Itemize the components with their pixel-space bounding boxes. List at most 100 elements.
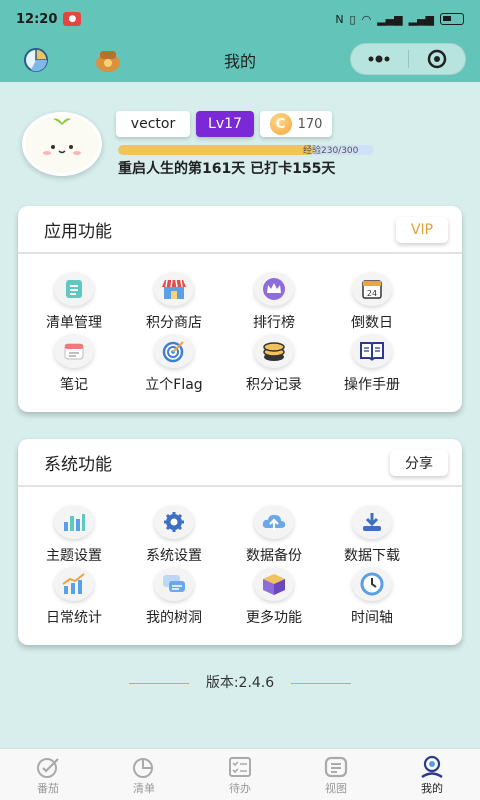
status-bar: 12:20 ● N ▯ ◠ ▂▄▆ ▂▄▆ — [0, 0, 480, 38]
nfc-icon: N — [335, 12, 344, 26]
app-function-item[interactable]: 积分记录 — [224, 334, 324, 394]
cube-icon — [254, 567, 294, 601]
trend-chart-icon — [54, 567, 94, 601]
app-function-item-label: 操作手册 — [344, 377, 400, 393]
share-button[interactable]: 分享 — [390, 450, 448, 476]
system-function-item[interactable]: 时间轴 — [322, 567, 422, 627]
app-function-item[interactable]: 操作手册 — [322, 334, 422, 394]
app-function-item[interactable]: 立个Flag — [124, 334, 224, 394]
nav-tab-label: 视图 — [325, 781, 347, 795]
nav-tab-label: 番茄 — [37, 781, 59, 795]
book-icon — [352, 334, 392, 368]
vip-button[interactable]: VIP — [396, 217, 448, 243]
coin-balance[interactable]: C 170 — [260, 111, 332, 137]
system-function-item[interactable]: 系统设置 — [124, 505, 224, 565]
checklist-icon — [54, 272, 94, 306]
more-dots-icon — [368, 55, 390, 63]
cloud-upload-icon — [254, 505, 294, 539]
system-function-item-label: 主题设置 — [46, 548, 102, 564]
svg-text:24: 24 — [367, 289, 377, 298]
shop-icon — [154, 272, 194, 306]
level-badge: Lv17 — [196, 111, 254, 137]
app-function-item-label: 排行榜 — [253, 315, 295, 331]
system-function-item-label: 时间轴 — [351, 610, 393, 626]
coin-count: 170 — [297, 116, 323, 132]
system-function-item[interactable]: 我的树洞 — [124, 567, 224, 627]
miniapp-capsule — [350, 43, 466, 75]
notification-icon: ● — [63, 12, 82, 26]
theme-chart-icon — [54, 505, 94, 539]
nav-tab-label: 我的 — [421, 781, 443, 795]
gear-icon — [154, 505, 194, 539]
nav-tab-label: 清单 — [133, 781, 155, 795]
bottom-navigation: 番茄 清单 待办 视图 我的 — [0, 748, 480, 800]
system-function-item[interactable]: 数据备份 — [224, 505, 324, 565]
app-function-item-label: 积分记录 — [246, 377, 302, 393]
system-function-item-label: 我的树洞 — [146, 610, 202, 626]
system-functions-card: 系统功能 分享 主题设置 系统设置 数据备份 数据下载日常统计 我的树洞 更多功能 时间轴 — [18, 439, 462, 645]
system-function-item[interactable]: 数据下载 — [322, 505, 422, 565]
app-functions-card: 应用功能 VIP 清单管理 积分商店 排行榜 24 倒数日笔记 立个Flag 积分记录 操作手… — [18, 206, 462, 412]
system-functions-title: 系统功能 — [44, 454, 112, 475]
coin-icon: C — [269, 113, 292, 135]
system-function-item-label: 数据备份 — [246, 548, 302, 564]
note-icon — [54, 334, 94, 368]
app-function-item[interactable]: 排行榜 — [224, 272, 324, 332]
days-summary: 重启人生的第161天 已打卡155天 — [118, 161, 336, 177]
view-icon — [321, 754, 351, 780]
app-functions-header: 应用功能 VIP — [18, 206, 462, 254]
vibrate-icon: ▯ — [349, 12, 356, 26]
nav-tab[interactable]: 待办 — [192, 749, 288, 800]
wifi-icon: ◠ — [361, 12, 372, 26]
app-function-item[interactable]: 24 倒数日 — [322, 272, 422, 332]
system-function-item[interactable]: 日常统计 — [24, 567, 124, 627]
battery-icon — [440, 13, 464, 25]
exp-progress-fill — [118, 145, 315, 155]
target-icon — [154, 334, 194, 368]
status-icons: N ▯ ◠ ▂▄▆ ▂▄▆ — [335, 13, 464, 26]
app-function-item-label: 倒数日 — [351, 315, 393, 331]
username-chip[interactable]: vector — [116, 111, 190, 137]
app-function-item-label: 清单管理 — [46, 315, 102, 331]
version-divider-left — [129, 682, 190, 684]
app-function-item-label: 立个Flag — [145, 377, 203, 393]
nav-tab[interactable]: 视图 — [288, 749, 384, 800]
version-divider-right — [290, 682, 351, 684]
close-miniapp-button[interactable] — [409, 44, 466, 74]
app-functions-title: 应用功能 — [44, 221, 112, 242]
app-function-item[interactable]: 积分商店 — [124, 272, 224, 332]
status-time: 12:20 — [16, 11, 58, 27]
pie-list-icon — [129, 754, 159, 780]
nav-tab[interactable]: 清单 — [96, 749, 192, 800]
system-function-item-label: 数据下载 — [344, 548, 400, 564]
tomato-timer-icon — [33, 754, 63, 780]
version-text: 版本:2.4.6 — [205, 675, 275, 691]
todo-icon — [225, 754, 255, 780]
app-function-item-label: 笔记 — [60, 377, 88, 393]
title-bar: 我的 — [0, 38, 480, 82]
avatar-sprout-icon — [43, 118, 81, 155]
exp-text: 经验230/300 — [303, 146, 359, 156]
system-function-item-label: 更多功能 — [246, 610, 302, 626]
nav-tab[interactable]: 我的 — [384, 749, 480, 800]
nav-tab[interactable]: 番茄 — [0, 749, 96, 800]
download-icon — [352, 505, 392, 539]
version-row: 版本:2.4.6 — [0, 672, 480, 692]
clock-icon — [352, 567, 392, 601]
system-function-item[interactable]: 更多功能 — [224, 567, 324, 627]
target-close-icon — [427, 49, 446, 69]
avatar[interactable] — [22, 112, 102, 176]
chat-icon — [154, 567, 194, 601]
calendar-24-icon: 24 — [352, 272, 392, 306]
app-function-item[interactable]: 笔记 — [24, 334, 124, 394]
crown-icon — [254, 272, 294, 306]
app-function-item-label: 积分商店 — [146, 315, 202, 331]
system-functions-header: 系统功能 分享 — [18, 439, 462, 487]
system-function-item-label: 日常统计 — [46, 610, 102, 626]
profile-icon — [417, 754, 447, 780]
more-menu-button[interactable] — [351, 44, 408, 74]
signal-icon-2: ▂▄▆ — [408, 12, 434, 26]
signal-icon: ▂▄▆ — [377, 12, 403, 26]
app-function-item[interactable]: 清单管理 — [24, 272, 124, 332]
system-function-item[interactable]: 主题设置 — [24, 505, 124, 565]
